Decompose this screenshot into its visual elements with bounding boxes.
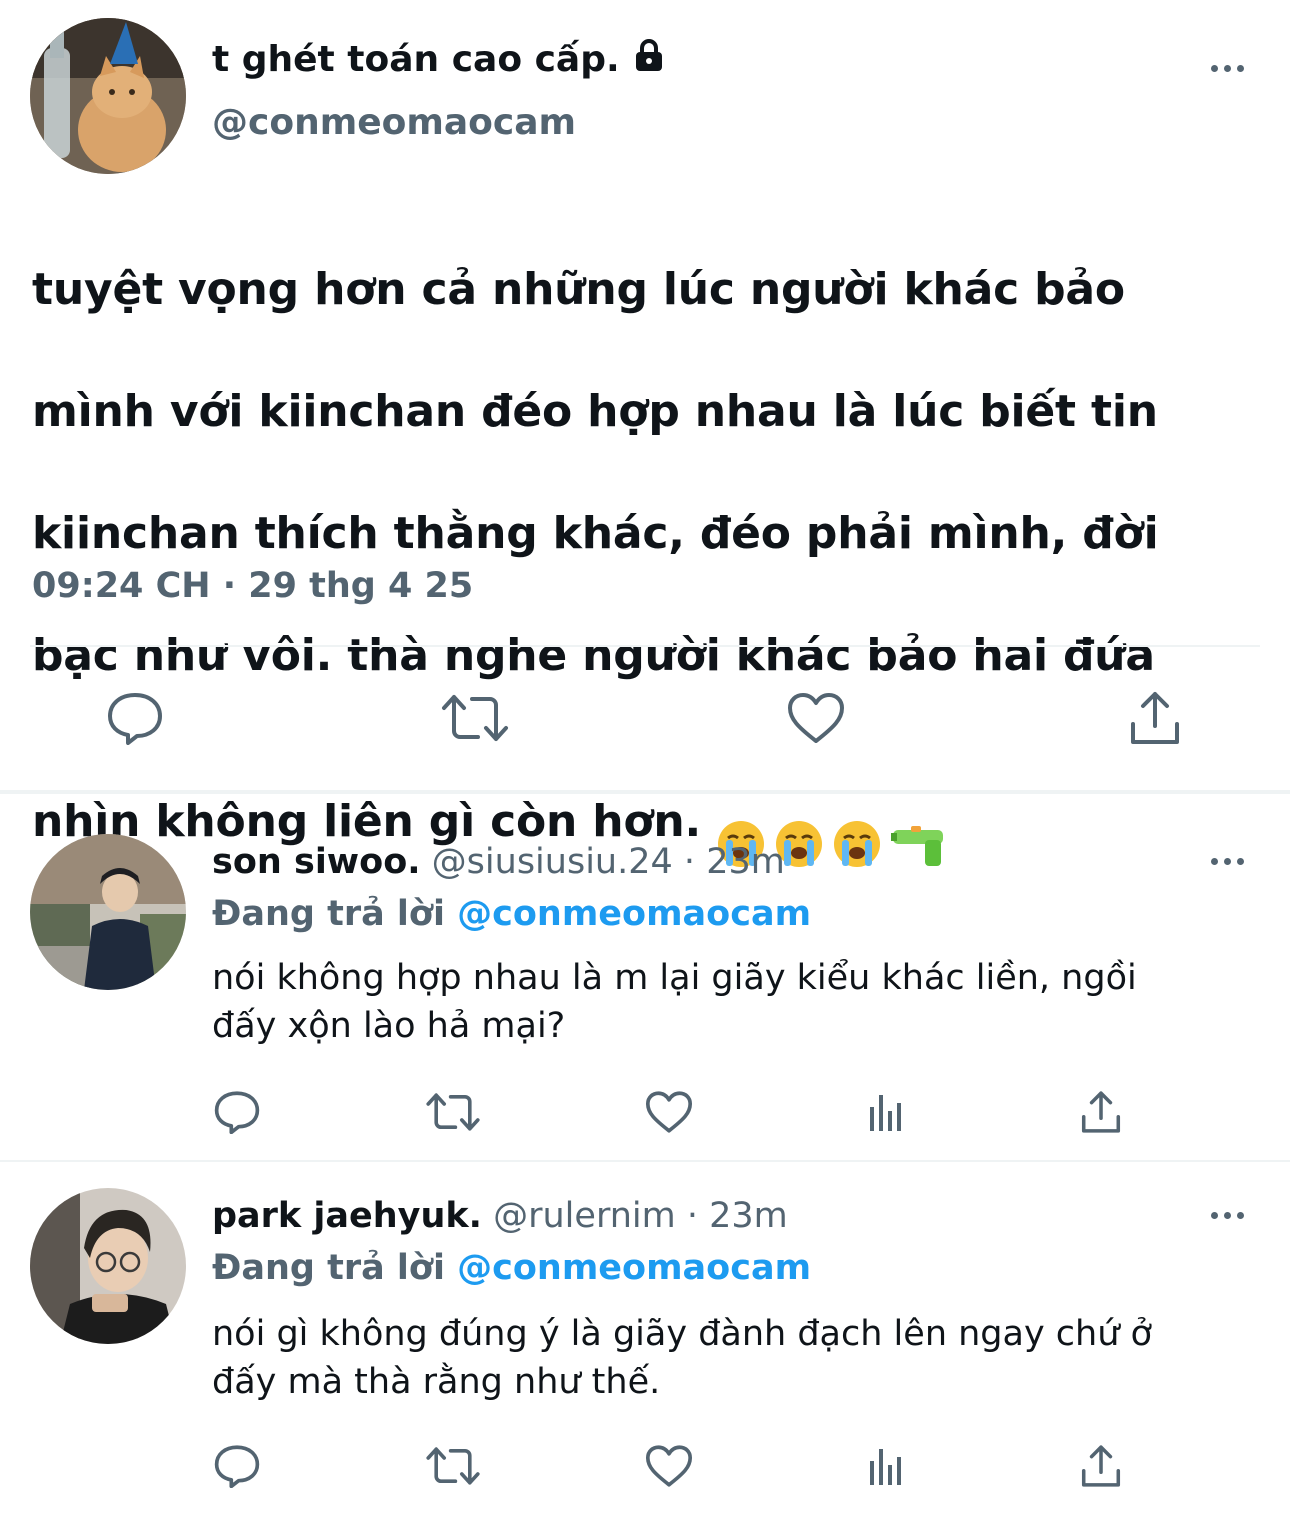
tweet-text-line: mình với kiinchan đéo hợp nhau là lúc bi…: [32, 386, 1158, 437]
tweet-text-line: bạc như vôi. thà nghe người khác bảo hai…: [32, 630, 1155, 681]
author-handle[interactable]: @conmeomaocam: [212, 102, 576, 143]
reply-header: park jaehyuk. @rulernim · 23m: [212, 1196, 788, 1236]
reply-icon: [214, 1091, 260, 1134]
reply-button[interactable]: [210, 1088, 264, 1136]
more-icon-dot: [1223, 64, 1231, 72]
reply-text: nói gì không đúng ý là giãy đành đạch lê…: [212, 1310, 1252, 1406]
more-options-button[interactable]: [1205, 58, 1249, 78]
reply-display-name[interactable]: son siwoo.: [212, 842, 421, 882]
lock-icon: [634, 38, 664, 81]
reply-header: son siwoo. @siusiusiu.24 · 23m: [212, 842, 785, 882]
share-button[interactable]: [1076, 1088, 1126, 1136]
meta-separator: ·: [683, 842, 696, 882]
reply-icon: [108, 693, 162, 745]
more-icon-dot: [1236, 1211, 1244, 1219]
retweet-button[interactable]: [424, 1088, 482, 1136]
analytics-icon: [870, 1095, 901, 1131]
retweet-button[interactable]: [438, 686, 512, 750]
replying-to-line: Đang trả lời @conmeomaocam: [212, 894, 811, 934]
replying-to-line: Đang trả lời @conmeomaocam: [212, 1248, 811, 1288]
tweet-text-line: kiinchan thích thằng khác, đéo phải mình…: [32, 508, 1159, 559]
tweet-text-line: tuyệt vọng hơn cả những lúc người khác b…: [32, 264, 1125, 315]
share-icon: [1081, 1445, 1121, 1487]
share-icon: [1131, 692, 1179, 744]
reply-text-line: đấy mà thà rằng như thế.: [212, 1362, 661, 1402]
more-options-button[interactable]: [1205, 851, 1249, 871]
section-divider: [0, 790, 1290, 794]
reply-text: nói không hợp nhau là m lại giãy kiểu kh…: [212, 954, 1252, 1050]
like-icon: [645, 1091, 693, 1133]
more-options-button[interactable]: [1205, 1205, 1249, 1225]
author-display-name-row[interactable]: t ghét toán cao cấp.: [212, 38, 664, 81]
author-display-name[interactable]: t ghét toán cao cấp.: [212, 39, 620, 80]
more-icon-dot: [1223, 1211, 1231, 1219]
author-avatar[interactable]: [30, 18, 186, 174]
reply-text-line: đấy xộn lào hả mại?: [212, 1006, 566, 1046]
retweet-icon: [442, 695, 508, 741]
more-icon-dot: [1236, 64, 1244, 72]
reply-text-line: nói không hợp nhau là m lại giãy kiểu kh…: [212, 958, 1137, 998]
reply-handle[interactable]: @siusiusiu.24: [432, 842, 673, 882]
reply-button[interactable]: [100, 686, 170, 750]
reply-display-name[interactable]: park jaehyuk.: [212, 1196, 482, 1236]
more-icon: [1210, 857, 1218, 865]
cat-avatar-image: [30, 18, 186, 174]
like-icon: [645, 1445, 693, 1487]
more-icon: [1210, 64, 1218, 72]
replying-to-mention[interactable]: @conmeomaocam: [457, 1248, 811, 1288]
water-pistol-emoji-icon: [889, 757, 949, 886]
reply-text-line: nói gì không đúng ý là giãy đành đạch lê…: [212, 1314, 1152, 1354]
person-avatar-image: [30, 834, 186, 990]
reply-time[interactable]: 23m: [709, 1196, 788, 1236]
retweet-icon: [426, 1447, 480, 1485]
divider: [30, 645, 1260, 647]
like-button[interactable]: [642, 1442, 696, 1490]
reply-time[interactable]: 23m: [706, 842, 785, 882]
replying-prefix: Đang trả lời: [212, 894, 445, 934]
reply-avatar[interactable]: [30, 834, 186, 990]
reply-icon: [214, 1445, 260, 1488]
more-icon-dot: [1223, 857, 1231, 865]
like-button[interactable]: [782, 686, 850, 750]
share-button[interactable]: [1076, 1442, 1126, 1490]
more-icon-dot: [1236, 857, 1244, 865]
person-avatar-image: [30, 1188, 186, 1344]
loudly-crying-face-emoji-icon: [831, 757, 883, 886]
replying-to-mention[interactable]: @conmeomaocam: [457, 894, 811, 934]
more-icon: [1210, 1211, 1218, 1219]
share-button[interactable]: [1122, 686, 1188, 750]
replying-prefix: Đang trả lời: [212, 1248, 445, 1288]
share-icon: [1081, 1091, 1121, 1133]
analytics-button[interactable]: [860, 1088, 910, 1136]
retweet-icon: [426, 1093, 480, 1131]
reply-button[interactable]: [210, 1442, 264, 1490]
analytics-button[interactable]: [860, 1442, 910, 1490]
retweet-button[interactable]: [424, 1442, 482, 1490]
reply-handle[interactable]: @rulernim: [493, 1196, 676, 1236]
like-button[interactable]: [642, 1088, 696, 1136]
meta-separator: ·: [686, 1196, 698, 1236]
tweet-timestamp[interactable]: 09:24 CH · 29 thg 4 25: [32, 566, 473, 606]
analytics-icon: [870, 1449, 901, 1485]
divider: [0, 1160, 1290, 1162]
like-icon: [788, 693, 844, 743]
reply-avatar[interactable]: [30, 1188, 186, 1344]
